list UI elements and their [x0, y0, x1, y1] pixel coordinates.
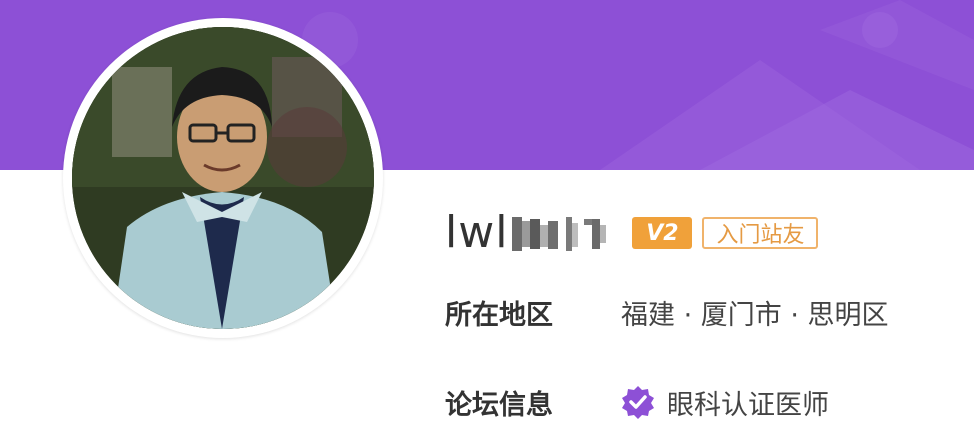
username-row: lwl V2 入门站友 — [445, 206, 819, 260]
verified-check-icon — [621, 385, 655, 419]
forum-label: 论坛信息 — [445, 389, 553, 421]
avatar[interactable] — [72, 27, 374, 329]
forum-value: 眼科认证医师 — [667, 389, 829, 421]
avatar-frame[interactable] — [63, 18, 383, 338]
region-value: 福建 · 厦门市 · 思明区 — [621, 299, 889, 331]
username[interactable]: lwl — [445, 211, 508, 255]
level-badge: V2 — [632, 217, 693, 249]
forum-row: 论坛信息 眼科认证医师 — [445, 382, 829, 422]
username-obscured — [512, 211, 608, 255]
rank-badge: 入门站友 — [702, 217, 819, 249]
region-row: 所在地区 福建 · 厦门市 · 思明区 — [445, 292, 889, 332]
avatar-photo — [72, 27, 374, 329]
region-label: 所在地区 — [445, 299, 553, 331]
username-mosaic — [512, 217, 607, 251]
